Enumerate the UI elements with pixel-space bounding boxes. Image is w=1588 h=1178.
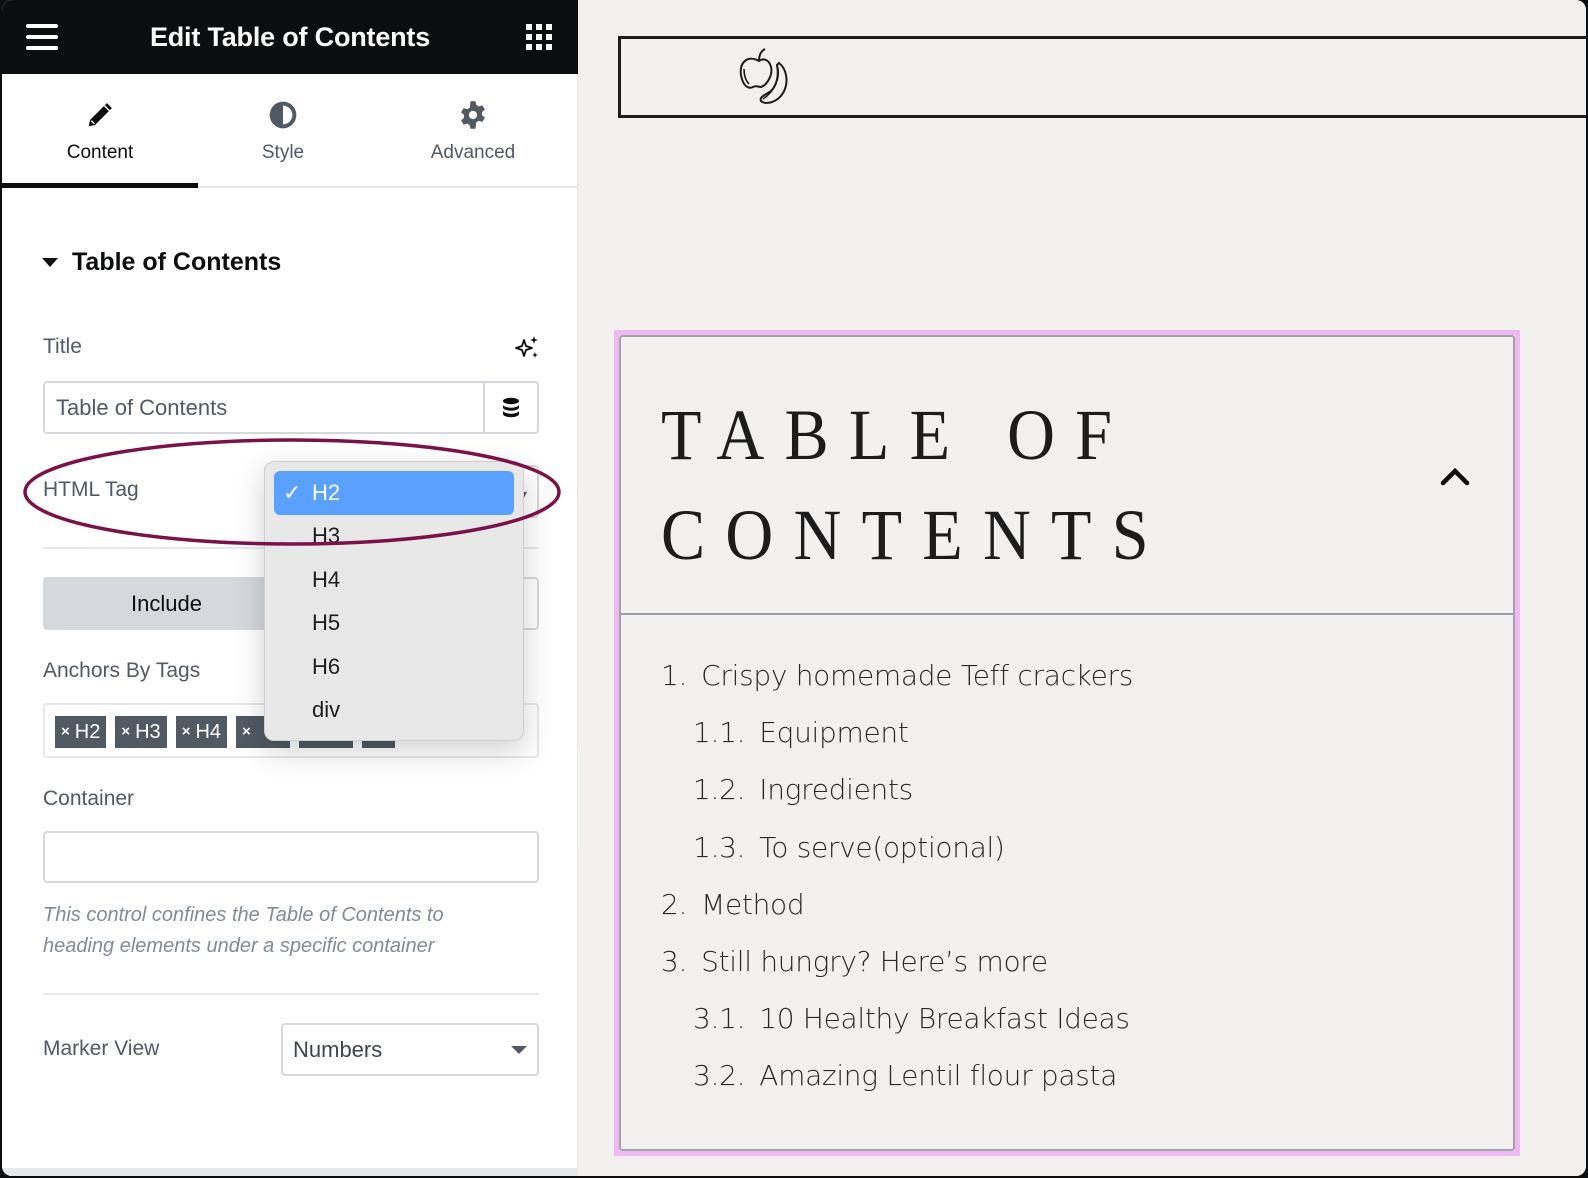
tab-content[interactable]: Content — [2, 74, 198, 188]
tag-label: H3 — [135, 721, 161, 743]
toc-item-text: To serve(optional) — [759, 830, 1005, 864]
option-label: H4 — [312, 566, 341, 592]
toc-item-text: Crispy homemade Teff crackers — [701, 659, 1134, 692]
toc-item[interactable]: 1. Crispy homemade Teff crackers — [661, 647, 1133, 704]
toc-item[interactable]: 1.3. To serve(optional) — [661, 819, 1133, 876]
toc-item-number: 1.3. — [693, 830, 746, 864]
pencil-icon — [83, 98, 117, 132]
tag-h4[interactable]: × H4 — [175, 716, 228, 748]
container-input[interactable] — [43, 831, 539, 883]
fruit-logo-icon[interactable] — [735, 47, 805, 109]
database-icon — [503, 397, 519, 417]
editor-panel: Edit Table of Contents Content Style Adv… — [2, 0, 578, 1176]
tab-advanced[interactable]: Advanced — [368, 74, 578, 186]
title-label: Title — [43, 335, 82, 358]
marker-view-select[interactable]: Numbers — [281, 1023, 539, 1076]
remove-tag-icon[interactable]: × — [242, 716, 251, 748]
toc-widget-selected[interactable]: TABLE OF CONTENTS 1. Crispy homemade Teff… — [614, 330, 1520, 1156]
option-div[interactable]: div — [274, 689, 514, 733]
option-h5[interactable]: H5 — [274, 602, 514, 646]
option-h2[interactable]: ✓ H2 — [274, 471, 514, 515]
tag-h2[interactable]: × H2 — [55, 716, 107, 748]
tag-label: H2 — [74, 721, 101, 743]
toc-header[interactable]: TABLE OF CONTENTS — [621, 337, 1513, 615]
remove-tag-icon[interactable]: × — [61, 716, 70, 748]
chevron-up-icon[interactable] — [1437, 461, 1473, 491]
marker-view-value: Numbers — [293, 1036, 383, 1062]
half-circle-icon — [266, 98, 300, 132]
tab-advanced-label: Advanced — [430, 142, 516, 163]
panel-header: Edit Table of Contents — [2, 0, 578, 74]
caret-down-icon — [42, 258, 58, 267]
marker-view-label: Marker View — [43, 1037, 160, 1060]
anchors-by-tags-label: Anchors By Tags — [43, 659, 201, 682]
toc-item-number: 2. — [661, 887, 688, 921]
toc-item[interactable]: 2. Method — [661, 876, 1133, 933]
tag-label: H4 — [195, 721, 222, 743]
toc-item-text: Method — [701, 887, 805, 921]
ai-sparkle-icon[interactable] — [514, 334, 540, 360]
section-title: Table of Contents — [72, 248, 282, 276]
html-tag-dropdown: ✓ H2 H3 H4 H5 H6 div — [264, 461, 524, 741]
toc-item-number: 1.2. — [693, 773, 746, 807]
toc-item-number: 3.2. — [693, 1059, 746, 1093]
html-tag-label: HTML Tag — [43, 478, 139, 501]
option-label: H2 — [312, 479, 341, 505]
title-field — [43, 381, 539, 434]
option-h3[interactable]: H3 — [274, 515, 514, 559]
tab-style-label: Style — [261, 142, 305, 163]
option-label: H5 — [312, 610, 341, 636]
remove-tag-icon[interactable]: × — [121, 716, 130, 748]
divider — [43, 993, 539, 995]
toc-item[interactable]: 3.1. 10 Healthy Breakfast Ideas — [661, 990, 1133, 1047]
remove-tag-icon[interactable]: × — [182, 716, 191, 748]
toc-item-number: 3. — [661, 944, 688, 978]
panel-tabs: Content Style Advanced — [2, 74, 578, 188]
page-preview: TABLE OF CONTENTS 1. Crispy homemade Teff… — [579, 0, 1586, 1176]
toc-item[interactable]: 3. Still hungry? Here’s more — [661, 933, 1133, 990]
option-label: H6 — [312, 653, 341, 679]
toc-list: 1. Crispy homemade Teff crackers 1.1. Equip… — [661, 647, 1133, 1105]
menu-icon[interactable] — [26, 24, 58, 50]
toc-title: TABLE OF CONTENTS — [661, 395, 1169, 575]
container-help-text: This control confines the Table of Conte… — [43, 904, 444, 957]
panel-footer — [2, 1168, 578, 1176]
site-header — [618, 36, 1586, 118]
toc-item-text: 10 Healthy Breakfast Ideas — [759, 1002, 1130, 1036]
dynamic-tags-button[interactable] — [483, 383, 537, 432]
include-button[interactable]: Include — [43, 577, 290, 630]
caret-down-icon — [511, 1045, 527, 1054]
toc-item[interactable]: 1.1. Equipment — [661, 704, 1133, 761]
toc-item[interactable]: 1.2. Ingredients — [661, 761, 1133, 818]
toc-item-text: Ingredients — [759, 773, 913, 807]
tab-style[interactable]: Style — [198, 74, 368, 186]
toc-item-text: Equipment — [759, 716, 909, 750]
tab-content-label: Content — [66, 142, 134, 163]
widgets-grid-icon[interactable] — [526, 24, 552, 50]
option-label: H3 — [312, 523, 341, 549]
toc-item-number: 1.1. — [693, 716, 746, 750]
tag-h3[interactable]: × H3 — [115, 716, 167, 748]
option-h4[interactable]: H4 — [274, 558, 514, 602]
option-h6[interactable]: H6 — [274, 645, 514, 689]
toc-item-number: 3.1. — [693, 1002, 746, 1036]
table-of-contents-widget: TABLE OF CONTENTS 1. Crispy homemade Teff… — [619, 335, 1515, 1151]
toc-item-text: Still hungry? Here’s more — [701, 944, 1048, 978]
section-toggle-table-of-contents[interactable]: Table of Contents — [42, 248, 281, 277]
toc-item-text: Amazing Lentil flour pasta — [759, 1059, 1118, 1093]
app-window: Edit Table of Contents Content Style Adv… — [2, 0, 1586, 1176]
panel-title: Edit Table of Contents — [149, 21, 431, 52]
gear-icon — [456, 98, 490, 132]
option-label: div — [312, 697, 341, 723]
toc-item[interactable]: 3.2. Amazing Lentil flour pasta — [661, 1047, 1133, 1104]
toc-item-number: 1. — [661, 659, 688, 692]
title-input[interactable] — [45, 383, 483, 432]
container-label: Container — [43, 787, 135, 810]
checkmark-icon: ✓ — [283, 480, 302, 505]
